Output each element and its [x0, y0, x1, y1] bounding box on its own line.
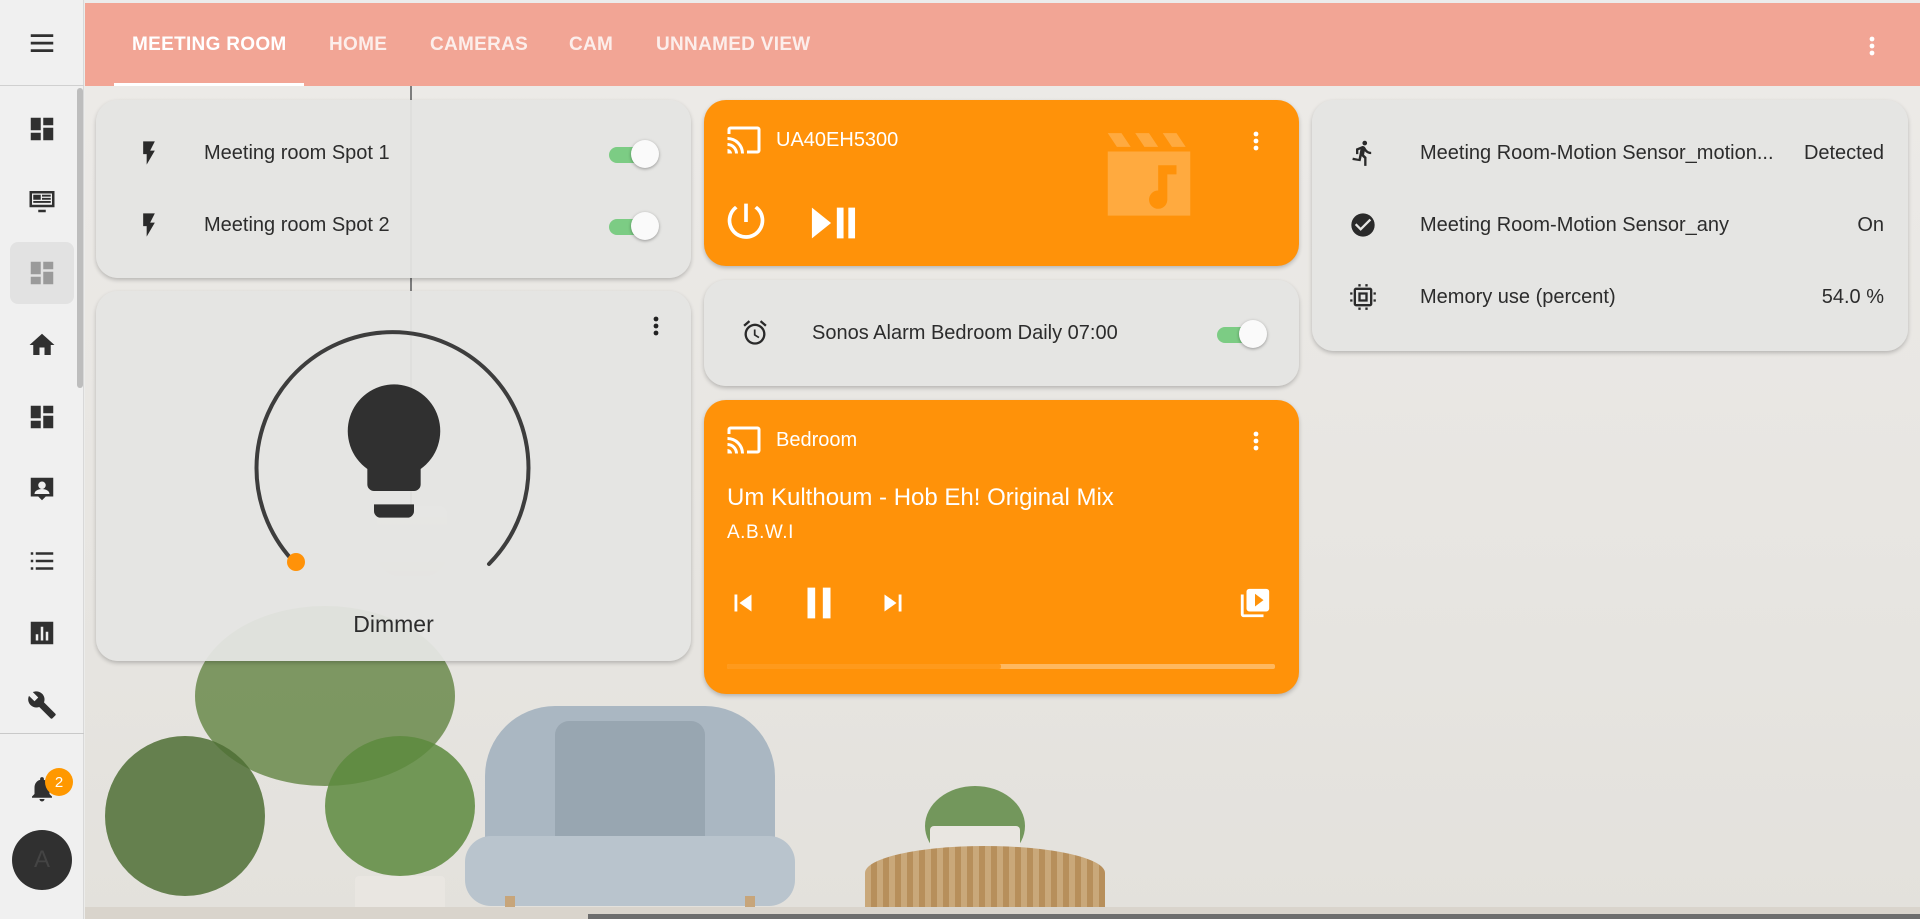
- chart-box-icon: [30, 621, 54, 645]
- spot-2-toggle[interactable]: [607, 209, 659, 241]
- browse-media-button[interactable]: [1238, 586, 1272, 620]
- format-list-icon: [30, 552, 54, 570]
- media-progress-fill: [727, 664, 1001, 669]
- dimmer-light-card: Dimmer: [96, 291, 691, 661]
- card-menu-button[interactable]: [644, 309, 668, 343]
- entity-state: Detected: [1803, 141, 1884, 164]
- check-circle-icon: [1348, 210, 1378, 240]
- sidebar-item-logbook[interactable]: [10, 530, 74, 592]
- entity-row-spot-1: Meeting room Spot 1: [96, 133, 691, 173]
- entity-row-alarm: Sonos Alarm Bedroom Daily 07:00: [704, 313, 1299, 353]
- tab-cameras[interactable]: CAMERAS: [430, 3, 528, 86]
- flash-icon: [134, 138, 164, 168]
- playlist-play-icon: [1240, 588, 1270, 618]
- sidebar-item-people[interactable]: [10, 458, 74, 520]
- sidebar-item-dashboard[interactable]: [10, 386, 74, 448]
- run-icon: [1348, 138, 1378, 168]
- entity-name[interactable]: Meeting room Spot 2: [204, 214, 390, 237]
- page-bottom-scrollbar[interactable]: [588, 914, 1920, 919]
- plant: [325, 736, 475, 876]
- wrench-icon: [28, 691, 56, 719]
- skip-next-icon: [884, 594, 902, 612]
- pause-button[interactable]: [796, 580, 842, 626]
- sidebar-item-developer-tools[interactable]: [10, 674, 74, 736]
- entity-row-memory: Memory use (percent) 54.0 %: [1312, 277, 1908, 317]
- card-menu-button[interactable]: [1244, 124, 1268, 158]
- dashboard-icon: [30, 261, 54, 285]
- tv-media-card: UA40EH5300: [704, 100, 1299, 266]
- slider-handle[interactable]: [287, 553, 305, 571]
- skip-previous-icon: [734, 594, 752, 612]
- sidebar-divider: [0, 733, 84, 734]
- previous-track-button[interactable]: [726, 586, 760, 620]
- dots-vertical-icon: [1253, 431, 1259, 451]
- hamburger-menu-icon: [30, 33, 54, 52]
- sidebar-item-news-panel[interactable]: [10, 170, 74, 232]
- tab-home[interactable]: HOME: [329, 3, 387, 86]
- entity-name[interactable]: Meeting room Spot 1: [204, 142, 390, 165]
- notification-badge: 2: [45, 768, 73, 796]
- active-tab-indicator: [114, 83, 304, 86]
- entity-name[interactable]: Memory use (percent): [1420, 286, 1616, 309]
- alarm-icon: [740, 318, 770, 348]
- sidebar-item-meeting-room[interactable]: [10, 242, 74, 304]
- entity-state: On: [1857, 213, 1884, 236]
- entity-name[interactable]: Sonos Alarm Bedroom Daily 07:00: [812, 322, 1118, 345]
- dots-vertical-icon: [653, 316, 659, 336]
- card-menu-button[interactable]: [1244, 424, 1268, 458]
- cast-icon: [727, 426, 761, 454]
- sidebar-item-home[interactable]: [10, 314, 74, 376]
- armchair: [465, 706, 795, 919]
- overflow-menu-button[interactable]: [1860, 29, 1884, 63]
- tab-unnamed-view[interactable]: UNNAMED VIEW: [656, 3, 811, 86]
- play-pause-icon: [811, 207, 856, 239]
- dots-vertical-icon: [1869, 36, 1875, 56]
- sidebar-item-overview[interactable]: [10, 98, 74, 160]
- sensors-card: Meeting Room-Motion Sensor_motion... Det…: [1312, 100, 1908, 351]
- lights-card: Meeting room Spot 1 Meeting room Spot 2: [96, 100, 691, 278]
- sidebar-item-history[interactable]: [10, 602, 74, 664]
- power-icon: [727, 203, 765, 239]
- cast-icon: [727, 126, 761, 154]
- dots-vertical-icon: [1253, 131, 1259, 151]
- flash-icon: [134, 210, 164, 240]
- media-player-name: UA40EH5300: [776, 129, 899, 151]
- entity-name[interactable]: Meeting Room-Motion Sensor_any: [1420, 214, 1729, 237]
- movie-music-icon: [1107, 133, 1191, 216]
- entity-row-motion-any: Meeting Room-Motion Sensor_any On: [1312, 205, 1908, 245]
- tab-cam[interactable]: CAM: [569, 3, 613, 86]
- dashboard-icon: [30, 405, 54, 429]
- account-box-icon: [30, 477, 54, 501]
- entity-name[interactable]: Meeting Room-Motion Sensor_motion...: [1420, 142, 1774, 165]
- chip-icon: [1348, 282, 1378, 312]
- alarm-toggle[interactable]: [1215, 317, 1267, 349]
- entity-row-motion: Meeting Room-Motion Sensor_motion... Det…: [1312, 133, 1908, 173]
- entity-row-spot-2: Meeting room Spot 2: [96, 205, 691, 245]
- lightbulb-icon[interactable]: [314, 371, 474, 531]
- dashboard-icon: [30, 117, 54, 141]
- track-title: Um Kulthoum - Hob Eh! Original Mix: [727, 484, 1114, 511]
- entity-state: 54.0 %: [1821, 285, 1884, 308]
- top-toolbar: MEETING ROOM HOME CAMERAS CAM UNNAMED VI…: [85, 0, 1920, 86]
- newspaper-monitor-icon: [29, 191, 55, 213]
- home-icon: [29, 333, 55, 355]
- dimmer-name: Dimmer: [353, 611, 434, 637]
- tab-meeting-room[interactable]: MEETING ROOM: [132, 3, 287, 86]
- media-progress-bar[interactable]: [727, 664, 1275, 669]
- sidebar-scrollbar[interactable]: [77, 88, 83, 388]
- pause-icon: [807, 587, 831, 619]
- menu-button[interactable]: [0, 0, 84, 86]
- plant: [105, 736, 265, 896]
- spot-1-toggle[interactable]: [607, 137, 659, 169]
- bedroom-media-card: Bedroom Um Kulthoum - Hob Eh! Original M…: [704, 400, 1299, 694]
- alarm-card: Sonos Alarm Bedroom Daily 07:00: [704, 280, 1299, 386]
- track-artist: A.B.W.I: [727, 522, 794, 543]
- sidebar: 2 A: [0, 0, 84, 919]
- next-track-button[interactable]: [876, 586, 910, 620]
- media-player-name: Bedroom: [776, 429, 858, 451]
- play-pause-button[interactable]: [808, 200, 858, 246]
- user-avatar[interactable]: A: [12, 830, 72, 890]
- power-button[interactable]: [724, 200, 768, 244]
